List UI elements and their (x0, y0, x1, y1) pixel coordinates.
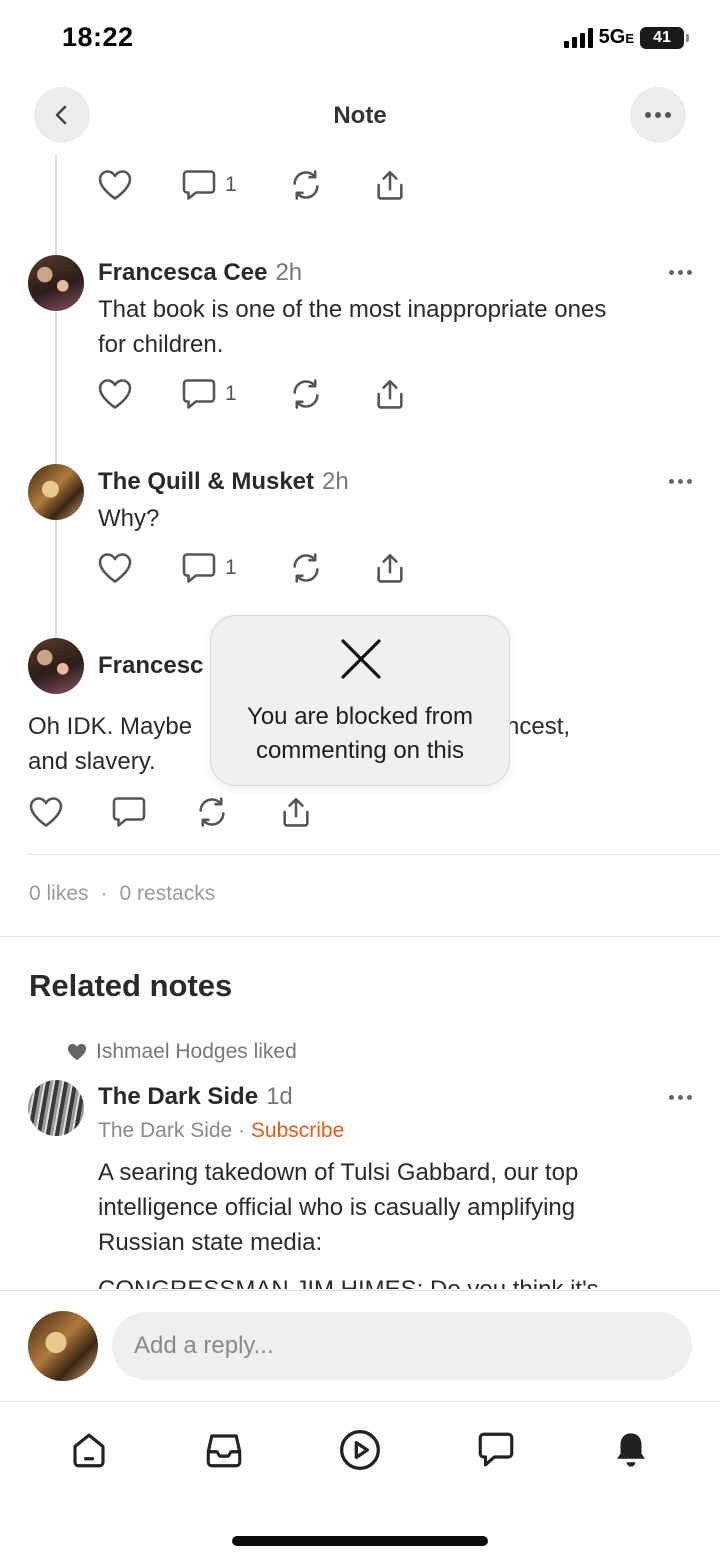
avatar (28, 1311, 98, 1381)
divider (28, 854, 720, 855)
share-icon (377, 379, 403, 409)
bell-icon (617, 1433, 645, 1467)
restack-icon (293, 553, 319, 583)
likes-count[interactable]: 0 likes (29, 882, 89, 905)
reply-bar (0, 1290, 720, 1402)
avatar[interactable] (28, 464, 84, 520)
tab-inbox[interactable] (202, 1428, 246, 1472)
comment-button[interactable]: 1 (181, 168, 289, 202)
note-stats: 0 likes · 0 restacks (29, 882, 216, 905)
post-time: 2h (275, 259, 303, 286)
restacks-count[interactable]: 0 restacks (120, 882, 216, 905)
toast-message: You are blocked from commenting on this (247, 703, 473, 764)
share-icon (377, 553, 403, 583)
post-time: 2h (322, 468, 349, 495)
liked-by-row: Ishmael Hodges liked (66, 1040, 297, 1064)
comment-text: That book is one of the most inappropria… (98, 296, 607, 358)
action-row: 1 (97, 551, 407, 585)
share-button[interactable] (373, 377, 407, 411)
publication-name[interactable]: The Dark Side (98, 1119, 232, 1142)
section-title: Related notes (29, 968, 233, 1003)
share-button[interactable] (279, 795, 313, 829)
heart-icon (98, 170, 132, 200)
blocked-toast: You are blocked from commenting on this (210, 615, 510, 786)
tab-chat[interactable] (474, 1428, 518, 1472)
restack-button[interactable] (289, 377, 373, 411)
nav-header: Note (0, 86, 720, 146)
chat-icon (478, 1432, 514, 1467)
comment-button[interactable]: 1 (181, 377, 289, 411)
like-button[interactable] (97, 377, 181, 411)
heart-filled-icon (67, 1043, 87, 1061)
subscribe-link[interactable]: Subscribe (251, 1119, 344, 1142)
heart-icon (98, 553, 132, 583)
author-name[interactable]: The Dark Side 1d (98, 1083, 293, 1111)
restack-button[interactable] (195, 795, 279, 829)
comment-button[interactable]: 1 (181, 551, 289, 585)
more-options-button[interactable] (630, 87, 686, 143)
status-bar: 18:22 5GE 41 (0, 0, 720, 80)
note-text[interactable]: A searing takedown of Tulsi Gabbard, our… (98, 1155, 599, 1289)
heart-icon (29, 797, 63, 827)
like-button[interactable] (28, 795, 111, 829)
battery-icon: 41 (640, 26, 689, 49)
more-icon[interactable] (669, 270, 692, 275)
status-time: 18:22 (62, 22, 134, 52)
like-button[interactable] (97, 551, 181, 585)
tab-bar (0, 1402, 720, 1558)
comment-count: 1 (225, 173, 237, 196)
author-name[interactable]: Francesc (98, 652, 203, 680)
comment-icon (112, 797, 146, 827)
network-label: 5GE (598, 26, 634, 48)
tab-home[interactable] (67, 1428, 111, 1472)
signal-icon (563, 27, 593, 48)
avatar[interactable] (28, 255, 84, 311)
home-indicator (232, 1536, 488, 1546)
home-icon (73, 1433, 105, 1468)
action-row: 1 (97, 168, 407, 202)
restack-icon (293, 170, 319, 200)
post-time: 1d (266, 1083, 293, 1110)
action-row: 1 (97, 377, 407, 411)
inbox-icon (206, 1434, 242, 1468)
more-icon (645, 112, 671, 118)
like-button[interactable] (97, 168, 181, 202)
restack-button[interactable] (289, 168, 373, 202)
play-icon (340, 1430, 380, 1470)
restack-icon (199, 797, 225, 827)
more-icon[interactable] (669, 1095, 692, 1100)
close-icon (341, 639, 381, 679)
author-name[interactable]: Francesca Cee 2h (98, 259, 302, 287)
thread-line (55, 155, 57, 645)
status-indicators: 5GE 41 (563, 26, 689, 49)
heart-icon (98, 379, 132, 409)
restack-button[interactable] (289, 551, 373, 585)
tab-video[interactable] (338, 1428, 382, 1472)
share-button[interactable] (373, 168, 407, 202)
comment-icon (182, 170, 216, 200)
more-icon[interactable] (669, 479, 692, 484)
share-icon (377, 170, 403, 200)
comment-icon (182, 553, 216, 583)
comment-button[interactable] (111, 795, 195, 829)
comment-count: 1 (225, 556, 237, 579)
share-button[interactable] (373, 551, 407, 585)
avatar[interactable] (28, 1080, 84, 1136)
section-divider (0, 936, 720, 937)
author-name[interactable]: The Quill & Musket 2h (98, 468, 349, 496)
comment-count: 1 (225, 382, 237, 405)
comment-text: Why? (98, 505, 160, 532)
liked-by-text[interactable]: Ishmael Hodges liked (96, 1040, 297, 1064)
publication-row: The Dark Side · Subscribe (98, 1119, 345, 1142)
action-row (28, 795, 313, 829)
restack-icon (293, 379, 319, 409)
comment-icon (182, 379, 216, 409)
tab-notifications[interactable] (609, 1428, 653, 1472)
page-title: Note (333, 102, 387, 129)
avatar[interactable] (28, 638, 84, 694)
reply-input[interactable] (112, 1312, 692, 1380)
share-icon (283, 797, 309, 827)
